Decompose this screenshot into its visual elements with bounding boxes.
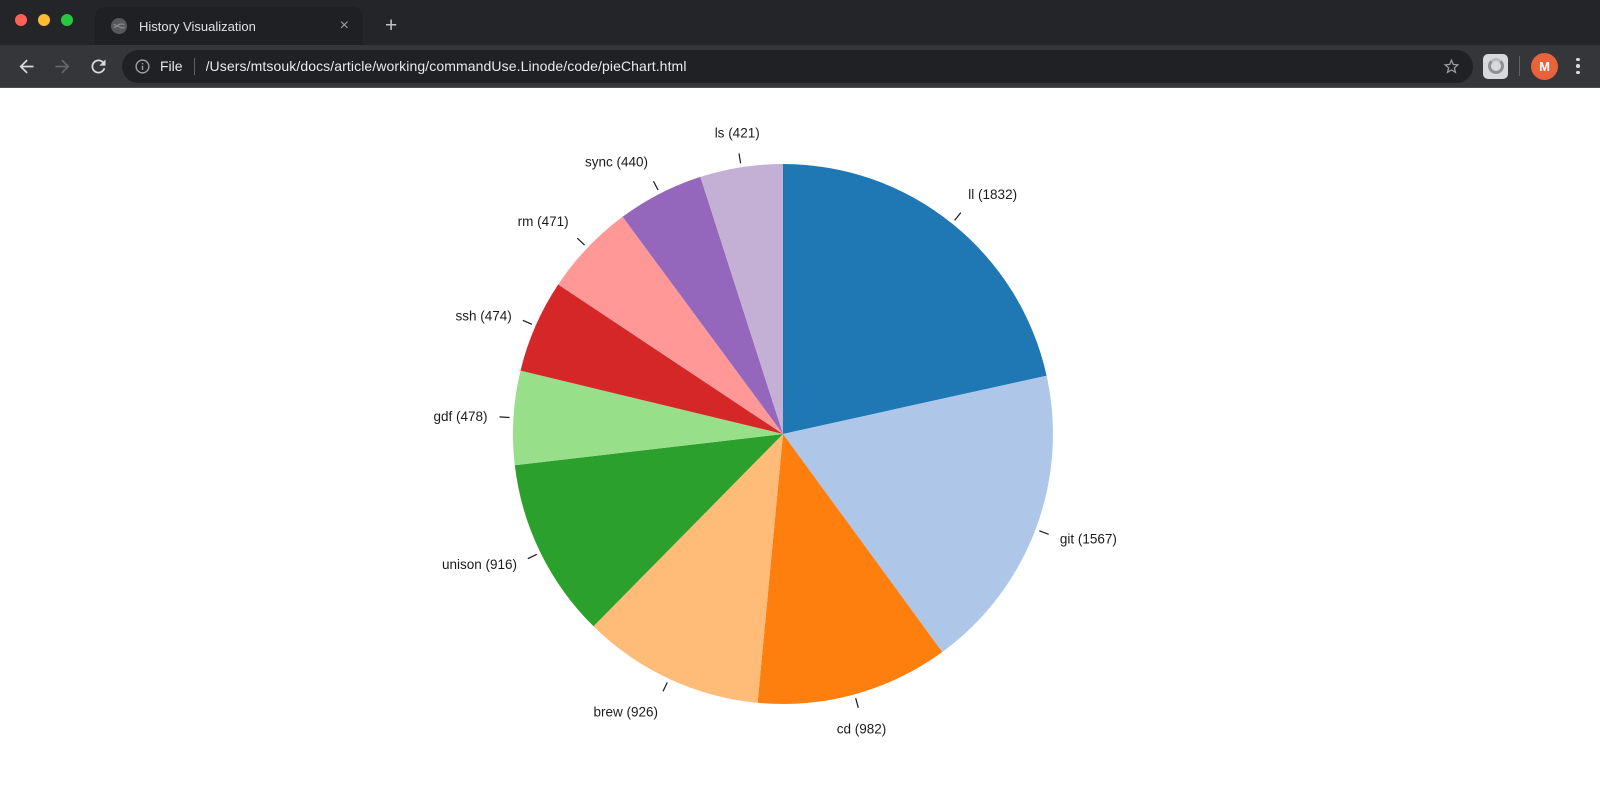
back-button[interactable] [8,48,44,84]
window-controls [15,14,73,26]
pie-tick-git [1039,531,1048,535]
back-arrow-icon [16,56,37,77]
pie-label-git: git (1567) [1060,532,1117,547]
pie-chart: ll (1832) git (1567) cd (982) brew (926) uni… [0,88,1600,793]
browser-toolbar: File /Users/mtsouk/docs/article/working/… [0,45,1600,88]
url-path-text: /Users/mtsouk/docs/article/working/comma… [206,58,1442,74]
pie-tick-brew [663,682,667,691]
url-divider [194,58,195,75]
tab-strip: History Visualization × + [0,0,1600,45]
window-close-button[interactable] [15,14,27,26]
browser-window: History Visualization × + File /Users/mt… [0,0,1600,793]
reload-icon [88,56,109,77]
forward-arrow-icon [52,56,73,77]
pie-label-sync: sync (440) [585,155,648,170]
extension-icon[interactable] [1483,54,1508,79]
toolbar-divider [1519,56,1520,76]
bookmark-star-icon[interactable] [1442,57,1461,76]
reload-button[interactable] [80,48,116,84]
profile-avatar[interactable]: M [1531,53,1558,80]
pie-label-ll: ll (1832) [968,187,1017,202]
pie-label-ssh: ssh (474) [456,309,512,324]
pie-tick-sync [654,181,659,190]
pie-tick-ssh [523,320,532,324]
pie-label-brew: brew (926) [593,704,658,719]
pie-tick-gdf [500,417,510,418]
pie-tick-ls [739,153,741,163]
extension-logo [1488,58,1504,74]
tab-title: History Visualization [139,19,336,34]
page-content: ll (1832) git (1567) cd (982) brew (926) uni… [0,88,1600,793]
pie-tick-rm [577,238,584,245]
address-bar[interactable]: File /Users/mtsouk/docs/article/working/… [122,50,1473,83]
pie-label-gdf: gdf (478) [433,409,487,424]
menu-kebab-icon[interactable] [1564,51,1592,81]
window-minimize-button[interactable] [38,14,50,26]
tab-history-visualization[interactable]: History Visualization × [95,7,363,45]
window-zoom-button[interactable] [61,14,73,26]
pie-label-unison: unison (916) [442,557,517,572]
tab-close-icon[interactable]: × [336,18,353,34]
new-tab-button[interactable]: + [379,15,403,36]
pie-label-cd: cd (982) [837,721,887,736]
pie-tick-cd [856,698,859,708]
page-info-icon[interactable] [134,58,151,75]
pie-label-ls: ls (421) [715,126,760,141]
pie-label-rm: rm (471) [518,214,569,229]
url-scheme-label: File [160,58,183,74]
pie-tick-unison [528,554,537,558]
pie-tick-ll [955,213,961,221]
forward-button[interactable] [44,48,80,84]
tab-favicon-icon [111,18,127,34]
